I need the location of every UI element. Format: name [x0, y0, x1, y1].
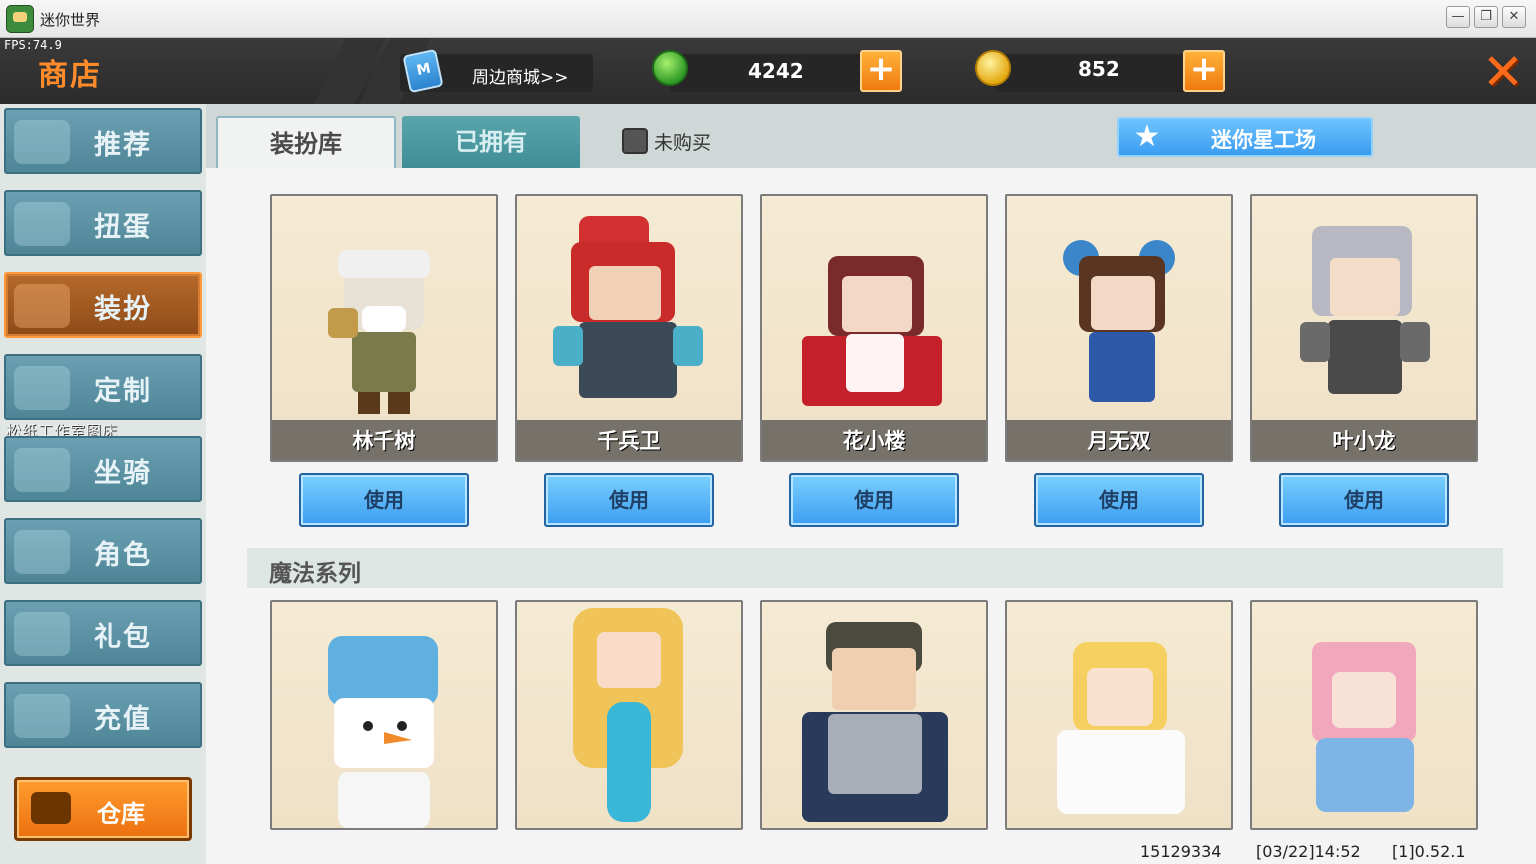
capsule-icon	[14, 202, 70, 246]
version-label: [1]0.52.1	[1392, 842, 1466, 861]
window-titlebar: 迷你世界 — ❐ ✕	[0, 0, 1536, 38]
character-portrait	[328, 250, 430, 414]
user-id: 15129334	[1140, 842, 1222, 861]
sidebar-item-label: 坐骑	[94, 458, 152, 489]
sidebar-item-label: 礼包	[94, 622, 152, 653]
sidebar-item-character[interactable]: 角色	[4, 518, 202, 584]
skin-card[interactable]	[270, 600, 498, 830]
star-icon: ★	[1133, 119, 1161, 154]
sidebar-item-recommend[interactable]: 推荐	[4, 108, 202, 174]
pencil-icon	[14, 366, 70, 410]
sidebar-item-label: 装扮	[94, 294, 152, 325]
character-portrait	[328, 636, 438, 828]
sidebar-item-outfit[interactable]: 装扮	[4, 272, 202, 338]
coins-stack-icon	[14, 694, 70, 738]
series-title: 魔法系列	[269, 561, 361, 587]
skin-name: 林千树	[352, 429, 416, 453]
use-button[interactable]: 使用	[299, 473, 469, 527]
skin-card[interactable]	[515, 600, 743, 830]
coin-icon	[975, 50, 1011, 86]
shirt-icon	[14, 284, 70, 328]
shopping-bag-icon	[402, 48, 444, 94]
sidebar-item-label: 角色	[94, 540, 152, 571]
character-portrait	[802, 256, 942, 406]
window-close-button[interactable]: ✕	[1502, 6, 1526, 28]
sidebar-item-label: 充值	[94, 704, 152, 735]
mall-link-button[interactable]: 周边商城>>	[400, 48, 593, 94]
character-portrait	[573, 608, 683, 822]
skin-card[interactable]: 花小楼	[760, 194, 988, 462]
character-portrait	[1312, 642, 1416, 812]
use-button[interactable]: 使用	[1279, 473, 1449, 527]
skin-name: 叶小龙	[1332, 429, 1396, 453]
add-gems-button[interactable]: +	[860, 50, 902, 92]
thumbs-up-icon	[14, 120, 70, 164]
shop-header: FPS:74.9 商店 周边商城>> 4242 852	[0, 38, 1536, 104]
skin-name: 月无双	[1087, 429, 1151, 453]
mini-studio-label: 迷你星工场	[1211, 128, 1316, 152]
character-portrait	[553, 216, 703, 398]
game-window: 迷你世界 — ❐ ✕ FPS:74.9 商店 周边商城>> 4242 852 +…	[0, 0, 1536, 864]
character-portrait	[1300, 226, 1430, 394]
use-button[interactable]: 使用	[789, 473, 959, 527]
series-header: 魔法系列	[247, 548, 1503, 588]
chest-icon	[31, 792, 71, 824]
skin-card[interactable]: 叶小龙	[1250, 194, 1478, 462]
tab-owned[interactable]: 已拥有	[402, 116, 580, 170]
warehouse-label: 仓库	[97, 800, 145, 828]
use-button[interactable]: 使用	[1034, 473, 1204, 527]
minimize-button[interactable]: —	[1446, 6, 1470, 28]
gem-icon	[652, 50, 688, 86]
add-coins-button[interactable]: +	[1183, 50, 1225, 92]
sidebar-item-label: 推荐	[94, 130, 152, 161]
skin-card[interactable]	[760, 600, 988, 830]
mall-link-label: 周边商城>>	[472, 68, 569, 88]
sidebar-item-custom[interactable]: 定制	[4, 354, 202, 420]
mini-studio-button[interactable]: ★ 迷你星工场	[1117, 117, 1373, 157]
close-shop-button[interactable]: ✕	[1478, 47, 1528, 98]
skin-card[interactable]: 月无双	[1005, 194, 1233, 462]
coin-balance: 852	[1078, 57, 1120, 81]
skin-name: 花小楼	[842, 429, 906, 453]
app-logo-icon	[6, 5, 34, 33]
use-button[interactable]: 使用	[544, 473, 714, 527]
maximize-button[interactable]: ❐	[1474, 6, 1498, 28]
character-portrait	[1057, 642, 1185, 814]
tab-wardrobe[interactable]: 装扮库	[216, 116, 396, 170]
skin-card[interactable]	[1005, 600, 1233, 830]
sidebar-item-recharge[interactable]: 充值	[4, 682, 202, 748]
unbought-label: 未购买	[654, 132, 712, 154]
skin-card[interactable]: 千兵卫	[515, 194, 743, 462]
mount-icon	[14, 448, 70, 492]
sidebar-item-mount[interactable]: 坐骑	[4, 436, 202, 502]
window-title: 迷你世界	[40, 11, 101, 29]
sidebar-item-gift[interactable]: 礼包	[4, 600, 202, 666]
character-icon	[14, 530, 70, 574]
sidebar-item-label: 定制	[94, 376, 152, 407]
sidebar-item-gacha[interactable]: 扭蛋	[4, 190, 202, 256]
sidebar-item-label: 扭蛋	[94, 212, 152, 243]
unbought-checkbox[interactable]	[622, 128, 648, 154]
gem-balance: 4242	[748, 59, 804, 83]
gift-icon	[14, 612, 70, 656]
character-portrait	[802, 622, 948, 822]
timestamp: [03/22]14:52	[1256, 842, 1361, 861]
page-title: 商店	[38, 58, 102, 93]
skin-card[interactable]: 林千树	[270, 194, 498, 462]
character-portrait	[1063, 240, 1175, 402]
skin-name: 千兵卫	[597, 429, 661, 453]
warehouse-button[interactable]: 仓库	[14, 777, 192, 841]
skin-card[interactable]	[1250, 600, 1478, 830]
